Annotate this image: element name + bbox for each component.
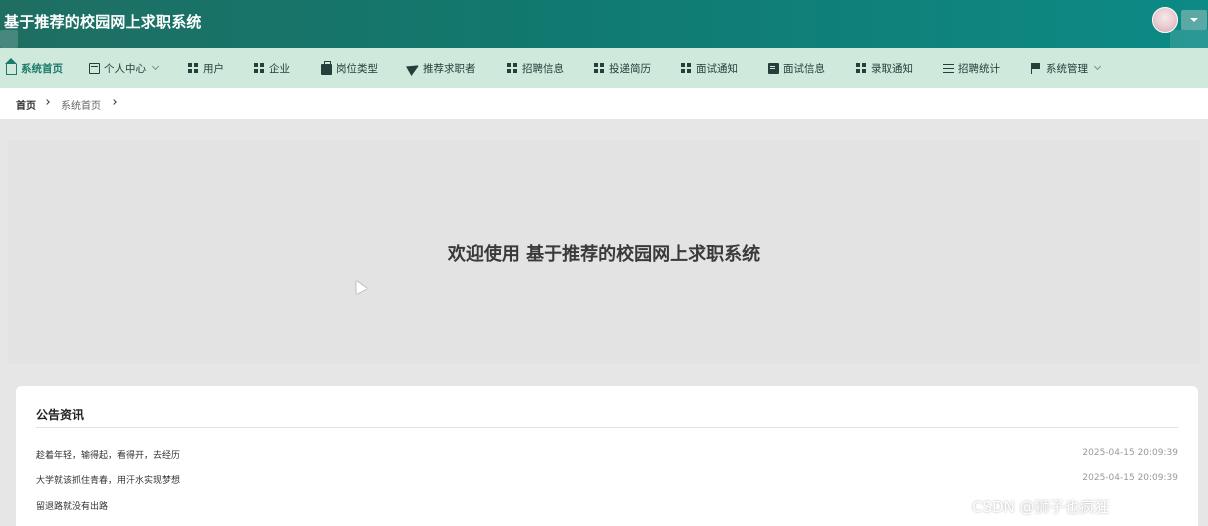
watermark: CSDN @狮子也疯狂: [972, 498, 1110, 516]
grid-icon: [856, 62, 867, 74]
user-menu-dropdown-icon[interactable]: [1181, 10, 1207, 30]
nav-item-recruitment-info[interactable]: 招聘信息: [507, 48, 564, 88]
nav-item-label: 岗位类型: [336, 62, 378, 75]
top-nav: 系统首页 个人中心 用户 企业 岗位类型 推荐求职者 招聘信息 投递简历 面试通…: [0, 48, 1208, 88]
breadcrumb-current[interactable]: 系统首页: [61, 97, 101, 112]
chevron-down-icon: [151, 62, 160, 71]
nav-item-job-types[interactable]: 岗位类型: [321, 48, 378, 88]
divider: [36, 427, 1178, 428]
send-icon: [405, 60, 422, 76]
nav-item-label: 面试信息: [783, 62, 825, 75]
grid-icon: [507, 62, 518, 74]
grid-icon: [188, 62, 199, 74]
nav-item-label: 录取通知: [871, 62, 913, 75]
nav-item-label: 面试通知: [696, 62, 738, 75]
list-item[interactable]: 趁着年轻，输得起，看得开，去经历 2025-04-15 20:09:39: [36, 448, 1178, 464]
nav-item-label: 招聘统计: [958, 62, 1000, 75]
nav-item-interview-info[interactable]: 面试信息: [768, 48, 825, 88]
nav-item-enterprise[interactable]: 企业: [254, 48, 290, 88]
home-icon: [5, 57, 17, 75]
nav-item-personal-center[interactable]: 个人中心: [89, 48, 160, 88]
nav-item-label: 用户: [203, 62, 224, 75]
notice-title[interactable]: 留退路就没有出路: [36, 499, 108, 512]
nav-item-interview-notice[interactable]: 面试通知: [681, 48, 738, 88]
nav-item-home[interactable]: 系统首页: [5, 48, 63, 88]
chevron-right-icon: [44, 99, 50, 105]
nav-item-label: 企业: [269, 62, 290, 75]
nav-item-users[interactable]: 用户: [188, 48, 224, 88]
nav-item-label: 个人中心: [104, 62, 146, 75]
nav-item-submit-resume[interactable]: 投递简历: [594, 48, 651, 88]
flag-icon: [1031, 62, 1042, 74]
chevron-down-icon: [1093, 62, 1102, 71]
grid-icon: [254, 62, 265, 74]
nav-item-label: 系统首页: [21, 62, 63, 75]
notice-panel-title: 公告资讯: [36, 408, 85, 422]
header-decoration: [0, 30, 18, 48]
app-header: 基于推荐的校园网上求职系统: [0, 0, 1208, 48]
welcome-text: 欢迎使用 基于推荐的校园网上求职系统: [447, 244, 761, 265]
list-item[interactable]: 大学就该抓住青春，用汗水实现梦想 2025-04-15 20:09:39: [36, 473, 1178, 489]
briefcase-icon: [321, 60, 332, 75]
nav-item-admission-notice[interactable]: 录取通知: [856, 48, 913, 88]
chevron-right-icon: [111, 99, 117, 105]
nav-item-system-management[interactable]: 系统管理: [1031, 48, 1102, 88]
breadcrumb: 首页 系统首页: [0, 88, 1208, 119]
notice-date: 2025-04-15 20:09:39: [1082, 448, 1178, 458]
user-avatar[interactable]: [1152, 7, 1178, 33]
nav-item-label: 投递简历: [609, 62, 651, 75]
notice-date: 2025-04-15 20:09:39: [1082, 473, 1178, 483]
nav-item-label: 招聘信息: [522, 62, 564, 75]
nav-item-label: 推荐求职者: [423, 62, 476, 75]
sliders-icon: [943, 62, 954, 74]
id-card-icon: [89, 62, 100, 74]
welcome-banner: 欢迎使用 基于推荐的校园网上求职系统: [8, 140, 1200, 364]
header-decoration: [1170, 30, 1208, 48]
app-title: 基于推荐的校园网上求职系统: [4, 13, 202, 31]
notice-title[interactable]: 趁着年轻，输得起，看得开，去经历: [36, 448, 180, 461]
notice-title[interactable]: 大学就该抓住青春，用汗水实现梦想: [36, 473, 180, 486]
nav-item-recruitment-stats[interactable]: 招聘统计: [943, 48, 1000, 88]
document-icon: [768, 62, 779, 74]
grid-icon: [594, 62, 605, 74]
breadcrumb-home[interactable]: 首页: [16, 97, 36, 112]
nav-item-recommend-seekers[interactable]: 推荐求职者: [405, 48, 476, 88]
grid-icon: [681, 62, 692, 74]
nav-item-label: 系统管理: [1046, 62, 1088, 75]
